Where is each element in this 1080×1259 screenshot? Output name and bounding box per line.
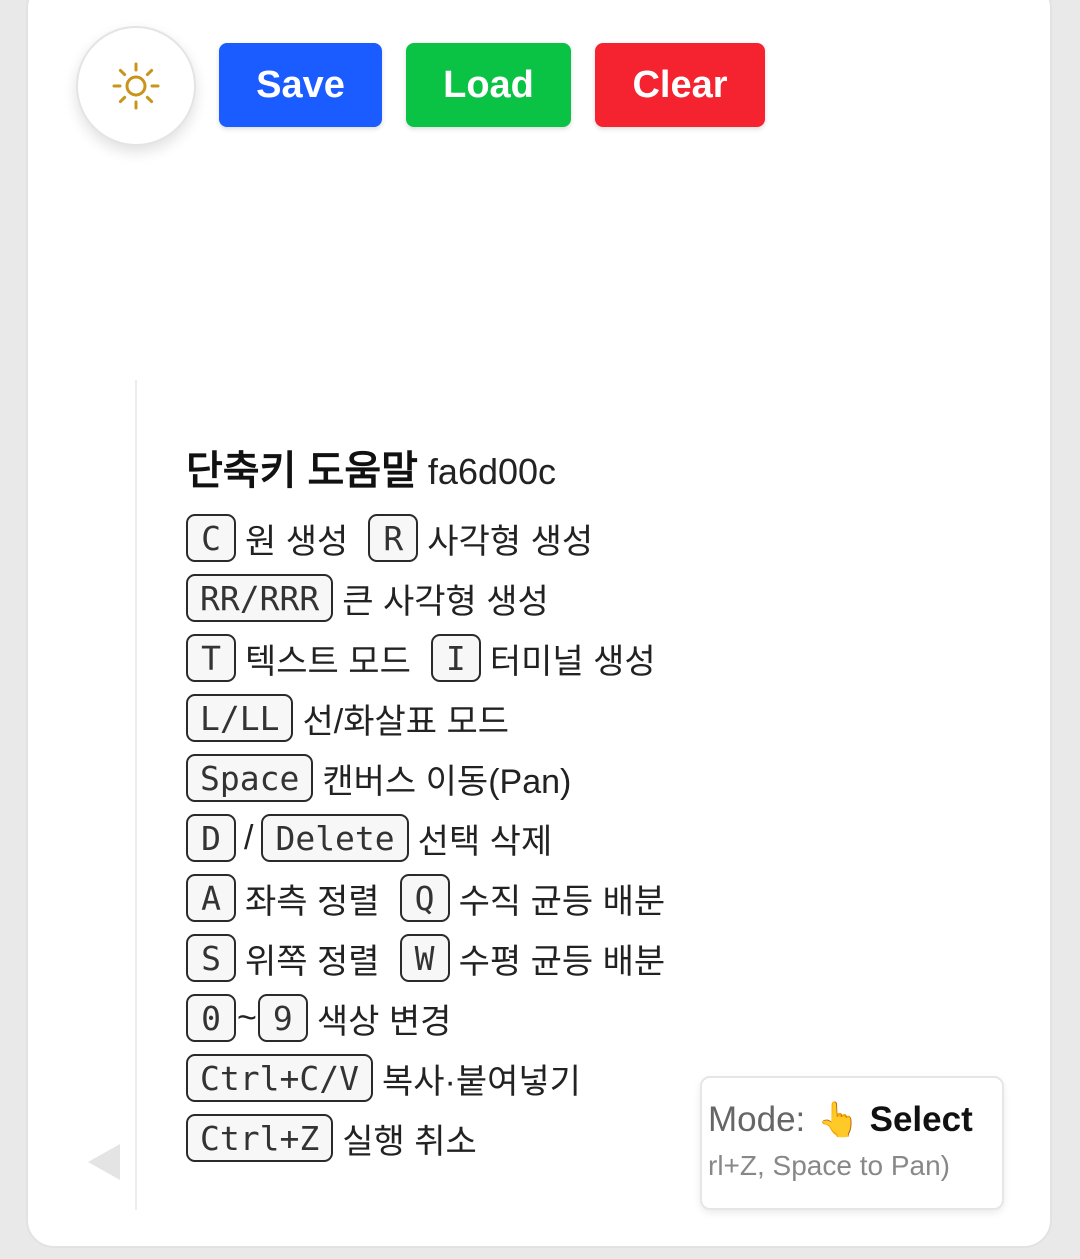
- shortcut-row: Ctrl+Z 실행 취소: [186, 1113, 497, 1163]
- key-badge: Ctrl+Z: [186, 1114, 334, 1162]
- shortcut-desc: 실행 취소: [342, 1122, 477, 1161]
- load-button[interactable]: Load: [406, 43, 571, 127]
- key-separator: ~: [237, 998, 257, 1037]
- mode-status-panel: Mode: 👆 Select rl+Z, Space to Pan): [700, 1076, 1004, 1210]
- shortcut-row: RR/RRR 큰 사각형 생성: [186, 573, 569, 623]
- save-button[interactable]: Save: [219, 43, 382, 127]
- help-title: 단축키 도움말 fa6d00c: [186, 438, 556, 496]
- mode-label: Mode:: [708, 1100, 806, 1139]
- key-badge: C: [186, 514, 236, 562]
- key-badge: 9: [257, 994, 308, 1042]
- shortcut-desc: 좌측 정렬: [245, 882, 380, 921]
- shortcut-desc: 캔버스 이동(Pan): [322, 762, 572, 801]
- mode-value: Select: [869, 1100, 973, 1139]
- shortcut-desc: 선택 삭제: [417, 822, 553, 861]
- shortcut-desc: 위쪽 정렬: [245, 942, 380, 981]
- key-badge: A: [186, 874, 236, 922]
- key-badge: L/LL: [186, 694, 294, 742]
- shortcut-desc: 수평 균등 배분: [458, 942, 666, 981]
- key-badge: T: [186, 634, 236, 682]
- key-badge: Space: [186, 754, 314, 802]
- shortcut-row: 0 ~ 9 색상 변경: [186, 993, 471, 1043]
- theme-toggle-button[interactable]: [76, 26, 196, 146]
- shortcut-row: T 텍스트 모드 I 터미널 생성: [186, 633, 676, 683]
- shortcut-row: L/LL 선/화살표 모드: [186, 693, 529, 743]
- key-badge: D: [186, 814, 236, 862]
- key-badge: W: [399, 934, 450, 982]
- shortcut-desc: 터미널 생성: [489, 642, 656, 681]
- key-badge: Ctrl+C/V: [186, 1054, 373, 1102]
- mode-line: Mode: 👆 Select: [708, 1100, 973, 1140]
- help-title-text: 단축키 도움말: [186, 449, 418, 493]
- key-badge: Q: [399, 874, 450, 922]
- key-badge: RR/RRR: [186, 574, 334, 622]
- shortcut-row: S 위쪽 정렬 W 수평 균등 배분: [186, 933, 685, 983]
- help-panel-divider: [135, 380, 137, 1210]
- shortcut-desc: 선/화살표 모드: [302, 702, 510, 741]
- clear-button[interactable]: Clear: [595, 43, 765, 127]
- shortcut-row: C 원 생성 R 사각형 생성: [186, 513, 613, 563]
- shortcut-desc: 텍스트 모드: [245, 642, 411, 681]
- shortcut-desc: 큰 사각형 생성: [342, 582, 549, 621]
- shortcut-row: D / Delete 선택 삭제: [186, 813, 572, 863]
- key-badge: I: [430, 634, 481, 682]
- key-badge: R: [368, 514, 419, 562]
- shortcut-desc: 복사·붙여넣기: [381, 1062, 581, 1101]
- shortcut-desc: 사각형 생성: [427, 522, 594, 561]
- key-badge: S: [186, 934, 236, 982]
- collapse-arrow-icon[interactable]: [88, 1144, 120, 1180]
- key-badge: 0: [186, 994, 236, 1042]
- shortcut-row: Space 캔버스 이동(Pan): [186, 753, 591, 803]
- sun-icon: [112, 62, 160, 110]
- shortcut-desc: 원 생성: [245, 522, 349, 561]
- shortcut-desc: 색상 변경: [316, 1002, 452, 1041]
- shortcut-row: Ctrl+C/V 복사·붙여넣기: [186, 1053, 601, 1103]
- shortcut-desc: 수직 균등 배분: [458, 882, 666, 921]
- key-badge: Delete: [261, 814, 409, 862]
- build-hash: fa6d00c: [427, 451, 557, 492]
- key-separator: /: [244, 818, 254, 857]
- pointer-hand-icon: 👆: [817, 1101, 860, 1139]
- shortcut-row: A 좌측 정렬 Q 수직 균등 배분: [186, 873, 685, 923]
- mode-hint: rl+Z, Space to Pan): [708, 1150, 951, 1181]
